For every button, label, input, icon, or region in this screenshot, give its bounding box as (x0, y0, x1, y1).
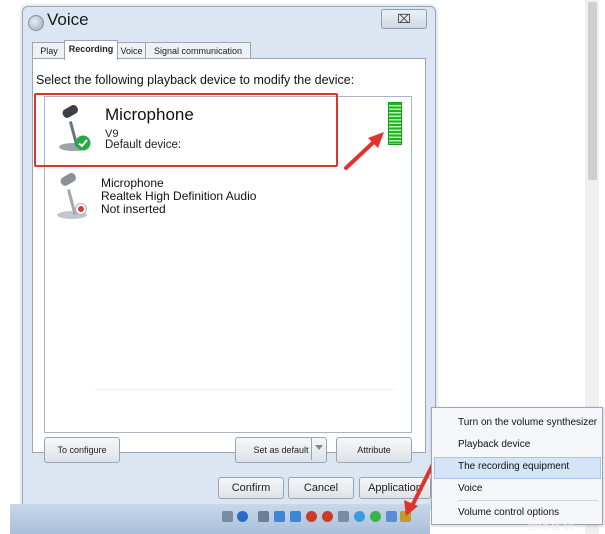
microphone-icon (57, 173, 87, 219)
chevron-down-icon[interactable] (315, 445, 323, 450)
tab-play[interactable]: Play (32, 42, 66, 59)
tab-recording[interactable]: Recording (64, 40, 118, 60)
qq-icon[interactable] (306, 511, 317, 522)
set-default-button[interactable]: Set as default (235, 437, 327, 463)
menu-item-volume-control-options[interactable]: Volume control options (458, 507, 559, 518)
tray-icon[interactable] (290, 511, 301, 522)
taskbar-clock: 2018-11-16 (528, 522, 574, 532)
dialog-title: Voice (47, 10, 89, 29)
cancel-button[interactable]: Cancel (288, 477, 354, 499)
menu-item-voice[interactable]: Voice (458, 483, 482, 494)
unplugged-badge-icon (75, 203, 87, 215)
menu-item-playback-device[interactable]: Playback device (458, 439, 530, 450)
scrollbar-thumb[interactable] (588, 2, 597, 180)
divider (95, 389, 395, 390)
tab-signal-communication[interactable]: Signal communication (145, 42, 251, 59)
divider (458, 500, 598, 501)
menu-item-volume-synthesizer[interactable]: Turn on the volume synthesizer (458, 417, 597, 428)
tray-icon[interactable] (274, 511, 285, 522)
tray-icon[interactable] (386, 511, 397, 522)
divider (311, 438, 312, 460)
set-default-label: Set as default (253, 445, 309, 455)
context-menu: Turn on the volume synthesizer Playback … (431, 407, 603, 525)
qq-icon[interactable] (322, 511, 333, 522)
taskbar (10, 504, 430, 534)
speaker-icon (28, 15, 44, 31)
configure-button[interactable]: To configure (44, 437, 120, 463)
help-icon[interactable] (237, 511, 248, 522)
arrow-icon (344, 132, 384, 170)
tab-voice[interactable]: Voice (116, 42, 147, 59)
device-status: Not inserted (101, 202, 166, 216)
network-icon[interactable] (222, 511, 233, 522)
tray-icon[interactable] (338, 511, 349, 522)
wechat-icon[interactable] (370, 511, 381, 522)
confirm-button[interactable]: Confirm (218, 477, 284, 499)
instruction-text: Select the following playback device to … (36, 73, 355, 87)
sound-dialog: Voice ⌧ Play Recording Voice Signal comm… (22, 6, 436, 508)
tray-icon[interactable] (354, 511, 365, 522)
menu-item-recording-equipment[interactable]: The recording equipment (458, 461, 569, 472)
tray-icon[interactable] (258, 511, 269, 522)
close-button[interactable]: ⌧ (381, 9, 427, 29)
highlight-box (34, 93, 338, 167)
level-meter (388, 102, 402, 145)
